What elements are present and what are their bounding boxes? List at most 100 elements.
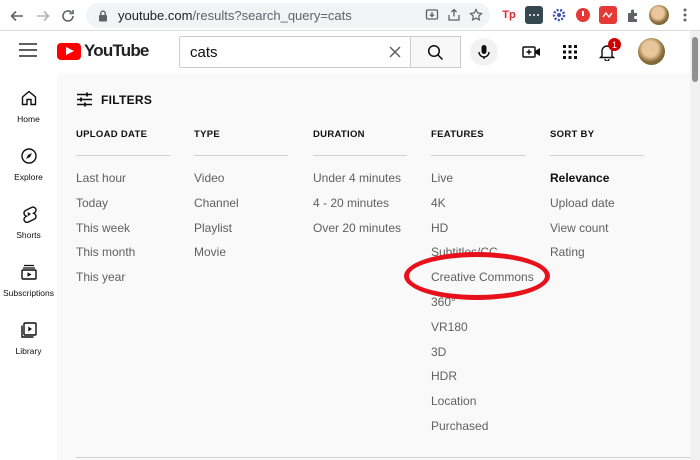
filter-option[interactable]: Upload date bbox=[550, 196, 644, 221]
extension-gear-icon[interactable] bbox=[550, 6, 568, 24]
search-icon bbox=[427, 44, 444, 60]
filter-option[interactable]: Today bbox=[76, 196, 170, 221]
filter-column-upload-date: UPLOAD DATE Last hour Today This week Th… bbox=[76, 129, 170, 295]
filter-option[interactable]: Channel bbox=[194, 196, 288, 221]
filter-option[interactable]: Video bbox=[194, 171, 288, 196]
guide-item-library[interactable]: Library bbox=[0, 305, 57, 361]
filter-column-duration: DURATION Under 4 minutes 4 - 20 minutes … bbox=[313, 129, 407, 245]
mini-guide: Home Explore Shorts Subscriptions Librar… bbox=[0, 73, 57, 460]
filter-option-selected[interactable]: Relevance bbox=[550, 171, 644, 196]
youtube-logo[interactable]: YouTube bbox=[57, 41, 149, 61]
filters-bottom-divider bbox=[76, 457, 690, 458]
search-button[interactable] bbox=[411, 36, 461, 68]
filter-option[interactable]: Live bbox=[431, 171, 525, 196]
page-scrollbar[interactable] bbox=[690, 31, 700, 460]
create-video-button[interactable] bbox=[521, 42, 541, 62]
menu-icon[interactable] bbox=[19, 43, 37, 57]
column-heading: UPLOAD DATE bbox=[76, 129, 148, 140]
filter-option[interactable]: Under 4 minutes bbox=[313, 171, 407, 196]
guide-item-home[interactable]: Home bbox=[0, 73, 57, 129]
extension-red-icon[interactable] bbox=[599, 6, 617, 24]
guide-item-shorts[interactable]: Shorts bbox=[0, 189, 57, 245]
filter-option[interactable]: Movie bbox=[194, 245, 288, 270]
search-bar: cats bbox=[179, 36, 461, 68]
address-url: youtube.com/results?search_query=cats bbox=[118, 8, 352, 23]
browser-toolbar: youtube.com/results?search_query=cats Tp bbox=[0, 0, 700, 31]
bookmark-star-icon[interactable] bbox=[468, 7, 484, 23]
column-heading: TYPE bbox=[194, 129, 221, 140]
extension-dashes-icon[interactable] bbox=[525, 6, 543, 24]
extension-tp-icon[interactable]: Tp bbox=[500, 6, 518, 24]
shorts-icon bbox=[22, 206, 37, 223]
filters-label: FILTERS bbox=[101, 92, 153, 107]
reload-icon bbox=[62, 10, 74, 22]
filter-option[interactable]: Rating bbox=[550, 245, 644, 270]
column-divider bbox=[76, 155, 170, 156]
filter-option[interactable]: Playlist bbox=[194, 221, 288, 246]
column-divider bbox=[431, 155, 525, 156]
filter-option[interactable]: Last hour bbox=[76, 171, 170, 196]
arrow-left-icon bbox=[10, 10, 23, 22]
forward-button[interactable] bbox=[32, 5, 54, 27]
reload-button[interactable] bbox=[57, 5, 79, 27]
filter-option[interactable]: VR180 bbox=[431, 320, 525, 345]
filter-option[interactable]: 360° bbox=[431, 295, 525, 320]
filter-option[interactable]: View count bbox=[550, 221, 644, 246]
video-camera-plus-icon bbox=[521, 46, 540, 58]
home-icon bbox=[21, 90, 36, 106]
filter-option[interactable]: 4 - 20 minutes bbox=[313, 196, 407, 221]
compass-icon bbox=[20, 148, 37, 164]
install-icon[interactable] bbox=[424, 7, 440, 23]
share-icon[interactable] bbox=[446, 7, 462, 23]
search-results-area: FILTERS UPLOAD DATE Last hour Today This… bbox=[57, 73, 690, 460]
filter-option[interactable]: This month bbox=[76, 245, 170, 270]
extensions-puzzle-icon[interactable] bbox=[624, 6, 642, 24]
filter-column-type: TYPE Video Channel Playlist Movie bbox=[194, 129, 288, 270]
browser-menu-icon[interactable] bbox=[676, 6, 694, 24]
filter-option[interactable]: This week bbox=[76, 221, 170, 246]
apps-grid-icon bbox=[563, 45, 577, 59]
guide-label: Library bbox=[15, 346, 42, 356]
address-bar[interactable]: youtube.com/results?search_query=cats bbox=[86, 3, 490, 28]
logo-text: YouTube bbox=[84, 41, 149, 60]
voice-search-button[interactable] bbox=[470, 38, 498, 66]
filter-option[interactable]: Location bbox=[431, 394, 525, 419]
notification-count-badge: 1 bbox=[608, 38, 621, 51]
column-heading: SORT BY bbox=[550, 129, 595, 140]
column-divider bbox=[313, 155, 407, 156]
guide-label: Explore bbox=[14, 172, 43, 182]
back-button[interactable] bbox=[6, 5, 28, 27]
clear-search-icon[interactable] bbox=[388, 43, 402, 64]
extension-pin-icon[interactable] bbox=[574, 6, 592, 24]
filter-option[interactable]: This year bbox=[76, 270, 170, 295]
guide-label: Home bbox=[17, 114, 40, 124]
filter-column-features: FEATURES Live 4K HD Subtitles/CC Creativ… bbox=[431, 129, 534, 444]
filter-sliders-icon bbox=[77, 92, 92, 107]
apps-button[interactable] bbox=[560, 42, 580, 62]
filter-option[interactable]: Subtitles/CC bbox=[431, 245, 525, 270]
search-input[interactable]: cats bbox=[179, 36, 411, 68]
filter-option[interactable]: Over 20 minutes bbox=[313, 221, 407, 246]
microphone-icon bbox=[478, 45, 490, 59]
guide-item-subscriptions[interactable]: Subscriptions bbox=[0, 247, 57, 303]
account-avatar[interactable] bbox=[638, 38, 665, 65]
filter-option[interactable]: 4K bbox=[431, 196, 525, 221]
youtube-header: YouTube cats 1 bbox=[0, 31, 690, 73]
filter-option[interactable]: 3D bbox=[431, 345, 525, 370]
youtube-play-icon bbox=[57, 42, 81, 60]
filter-option[interactable]: HD bbox=[431, 221, 525, 246]
scrollbar-thumb[interactable] bbox=[692, 37, 698, 82]
column-heading: DURATION bbox=[313, 129, 365, 140]
filter-option-creative-commons[interactable]: Creative Commons bbox=[431, 270, 534, 295]
profile-avatar[interactable] bbox=[649, 5, 669, 25]
arrow-right-icon bbox=[37, 10, 50, 22]
guide-item-explore[interactable]: Explore bbox=[0, 131, 57, 187]
filters-toggle[interactable]: FILTERS bbox=[76, 92, 152, 107]
guide-label: Subscriptions bbox=[2, 288, 55, 298]
filter-option[interactable]: Purchased bbox=[431, 419, 525, 444]
filter-option[interactable]: HDR bbox=[431, 369, 525, 394]
subscriptions-icon bbox=[20, 264, 37, 280]
guide-label: Shorts bbox=[16, 230, 41, 240]
column-divider bbox=[194, 155, 288, 156]
library-icon bbox=[20, 322, 37, 338]
